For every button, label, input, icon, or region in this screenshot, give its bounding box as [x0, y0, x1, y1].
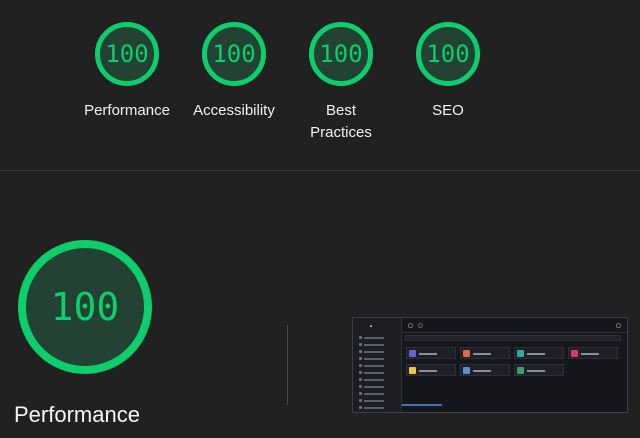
- thumbnail-sidebar: ▲: [353, 318, 402, 412]
- thumbnail-header: [402, 318, 627, 333]
- thumbnail-app-card: [514, 364, 564, 376]
- score-value: 100: [105, 40, 149, 68]
- thumbnail-footer-link: [402, 404, 442, 406]
- thumbnail-search-bar: [405, 335, 621, 341]
- score-ring: 100: [202, 22, 266, 86]
- score-value: 100: [212, 40, 256, 68]
- thumbnail-app-card: [406, 347, 456, 359]
- gauge-seo[interactable]: 100 SEO: [393, 22, 503, 122]
- score-value: 100: [319, 40, 363, 68]
- gauge-best-practices[interactable]: 100 Best Practices: [286, 22, 396, 144]
- vertical-divider: [287, 325, 288, 405]
- thumbnail-nav-item: [359, 350, 393, 353]
- thumbnail-app-card: [460, 347, 510, 359]
- performance-score-ring: 100: [18, 240, 152, 374]
- section-divider: [0, 170, 640, 171]
- thumbnail-window-icon: [616, 323, 621, 328]
- category-gauges: 100 Performance 100 Accessibility 100 Be…: [0, 0, 640, 170]
- gauge-accessibility[interactable]: 100 Accessibility: [179, 22, 289, 122]
- score-ring: 100: [309, 22, 373, 86]
- thumbnail-nav-item: [359, 371, 393, 374]
- thumbnail-app-card: [568, 347, 618, 359]
- page-screenshot-thumbnail[interactable]: ▲: [352, 317, 628, 413]
- thumbnail-nav-item: [359, 343, 393, 346]
- thumbnail-nav-item: [359, 406, 393, 409]
- gauge-label: Accessibility: [193, 102, 275, 119]
- score-ring: 100: [416, 22, 480, 86]
- gauge-label: Performance: [84, 102, 170, 119]
- thumbnail-app-card: [514, 347, 564, 359]
- thumbnail-settings-icon: [418, 323, 423, 328]
- gauge-label: Best Practices: [310, 102, 372, 141]
- thumbnail-menu-icon: [408, 323, 413, 328]
- thumbnail-nav-item: [359, 385, 393, 388]
- score-value: 100: [426, 40, 470, 68]
- thumbnail-nav-item: [359, 378, 393, 381]
- performance-score-value: 100: [50, 285, 120, 329]
- thumbnail-nav-item: [359, 399, 393, 402]
- thumbnail-nav-item: [359, 336, 393, 339]
- thumbnail-app-card: [460, 364, 510, 376]
- thumbnail-nav-item: [359, 392, 393, 395]
- gauge-label: SEO: [432, 102, 464, 119]
- gauge-performance[interactable]: 100 Performance: [72, 22, 182, 122]
- thumbnail-logo-icon: ▲: [369, 323, 373, 328]
- performance-title: Performance: [14, 402, 140, 427]
- score-ring: 100: [95, 22, 159, 86]
- thumbnail-app-card: [406, 364, 456, 376]
- thumbnail-nav-item: [359, 364, 393, 367]
- thumbnail-nav-item: [359, 357, 393, 360]
